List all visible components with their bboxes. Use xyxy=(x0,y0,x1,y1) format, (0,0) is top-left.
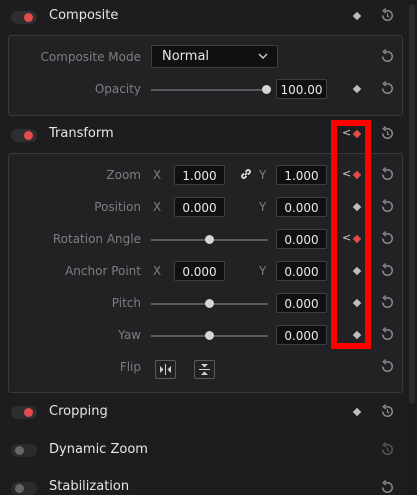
position-x-field[interactable]: 0.000 xyxy=(174,197,225,217)
zoom-x-field[interactable]: 1.000 xyxy=(174,165,225,185)
flip-vertical-button[interactable] xyxy=(194,360,215,379)
flip-horizontal-button[interactable] xyxy=(155,360,176,379)
yaw-label: Yaw xyxy=(118,328,141,342)
dynamic-zoom-reset-icon[interactable] xyxy=(379,441,396,458)
zoom-reset-icon[interactable] xyxy=(379,166,396,183)
stabilization-reset-icon[interactable] xyxy=(379,479,396,495)
opacity-reset-icon[interactable] xyxy=(379,80,396,97)
rotation-reset-icon[interactable] xyxy=(379,230,396,247)
zoom-y-field[interactable]: 1.000 xyxy=(276,165,327,185)
dynamic-zoom-toggle[interactable] xyxy=(11,444,37,457)
anchor-reset-icon[interactable] xyxy=(379,262,396,279)
anchor-y-axis: Y xyxy=(259,264,267,278)
dynamic-zoom-title: Dynamic Zoom xyxy=(49,442,148,457)
opacity-field[interactable]: 100.00 xyxy=(276,79,327,99)
composite-reset-icon[interactable] xyxy=(379,7,396,24)
transform-reset-icon[interactable] xyxy=(379,125,396,142)
position-reset-icon[interactable] xyxy=(379,198,396,215)
composite-toggle[interactable] xyxy=(11,11,37,24)
rotation-field[interactable]: 0.000 xyxy=(276,229,327,249)
transform-title: Transform xyxy=(49,126,114,141)
yaw-slider-knob[interactable] xyxy=(205,331,214,340)
cropping-reset-icon[interactable] xyxy=(379,403,396,420)
composite-title: Composite xyxy=(49,8,119,23)
rotation-slider-knob[interactable] xyxy=(205,235,214,244)
yaw-field[interactable]: 0.000 xyxy=(276,325,327,345)
stabilization-title: Stabilization xyxy=(49,479,130,494)
anchor-label: Anchor Point xyxy=(65,264,141,278)
opacity-slider[interactable] xyxy=(151,89,268,91)
pitch-slider-knob[interactable] xyxy=(205,299,214,308)
position-y-axis: Y xyxy=(259,200,267,214)
zoom-x-axis: X xyxy=(153,168,162,182)
link-icon[interactable] xyxy=(239,167,253,181)
position-y-field[interactable]: 0.000 xyxy=(276,197,327,217)
chevron-down-icon xyxy=(258,53,268,59)
composite-mode-label: Composite Mode xyxy=(40,50,141,64)
dynamic-zoom-header[interactable]: Dynamic Zoom xyxy=(0,434,405,466)
anchor-y-field[interactable]: 0.000 xyxy=(276,261,327,281)
pitch-reset-icon[interactable] xyxy=(379,294,396,311)
yaw-reset-icon[interactable] xyxy=(379,326,396,343)
scrollbar-thumb[interactable] xyxy=(409,4,415,404)
keyframe-column-highlight xyxy=(331,120,371,349)
pitch-field[interactable]: 0.000 xyxy=(276,293,327,313)
pitch-label: Pitch xyxy=(111,296,141,310)
stabilization-toggle[interactable] xyxy=(11,482,37,495)
cropping-toggle[interactable] xyxy=(11,406,37,419)
composite-mode-dropdown[interactable]: Normal xyxy=(151,45,278,68)
stabilization-header[interactable]: Stabilization xyxy=(0,472,405,495)
flip-vertical-icon xyxy=(199,364,210,375)
composite-mode-value: Normal xyxy=(162,49,210,64)
anchor-x-axis: X xyxy=(153,264,162,278)
position-label: Position xyxy=(94,200,141,214)
zoom-label: Zoom xyxy=(106,168,141,182)
composite-header[interactable]: Composite xyxy=(0,0,405,32)
rotation-label: Rotation Angle xyxy=(52,232,141,246)
composite-keyframe-icon[interactable] xyxy=(352,11,362,21)
cropping-title: Cropping xyxy=(49,404,108,419)
zoom-y-axis: Y xyxy=(259,168,267,182)
opacity-label: Opacity xyxy=(94,82,141,96)
opacity-slider-knob[interactable] xyxy=(262,85,271,94)
transform-toggle[interactable] xyxy=(11,129,37,142)
composite-mode-reset-icon[interactable] xyxy=(379,48,396,65)
anchor-x-field[interactable]: 0.000 xyxy=(174,261,225,281)
cropping-keyframe-icon[interactable] xyxy=(352,407,362,417)
position-x-axis: X xyxy=(153,200,162,214)
flip-label: Flip xyxy=(119,360,141,374)
flip-horizontal-icon xyxy=(160,364,171,375)
flip-reset-icon[interactable] xyxy=(379,358,396,375)
cropping-header[interactable]: Cropping xyxy=(0,396,405,428)
